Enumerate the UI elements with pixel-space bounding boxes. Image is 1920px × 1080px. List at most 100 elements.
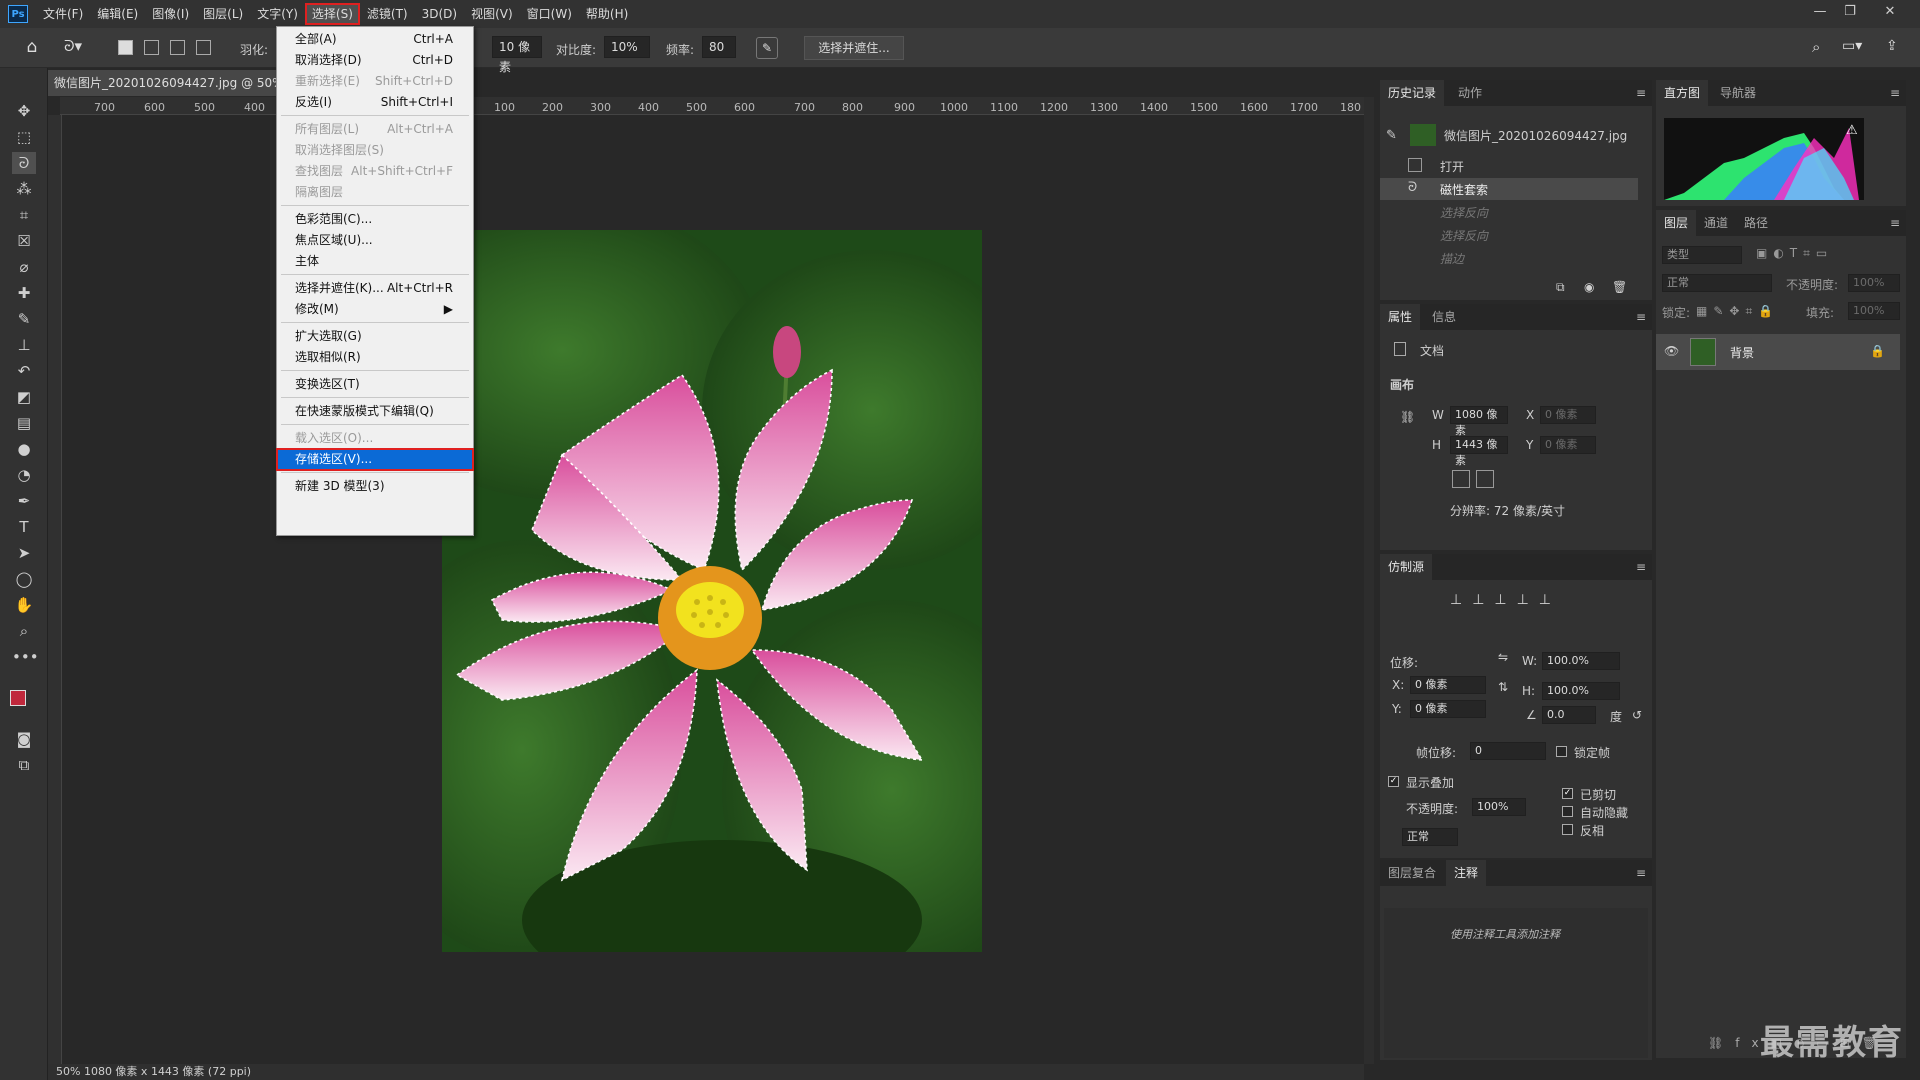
blur-tool-icon[interactable]: ● bbox=[12, 438, 36, 460]
scale-w-field[interactable]: 100.0% bbox=[1542, 652, 1620, 670]
history-item[interactable]: 选择反向 bbox=[1440, 227, 1488, 244]
tab-actions[interactable]: 动作 bbox=[1450, 80, 1490, 106]
canvas-section-header[interactable]: 画布 bbox=[1390, 376, 1414, 393]
canvas-width-field[interactable]: 1080 像素 bbox=[1450, 406, 1508, 437]
pen-tool-icon[interactable]: ✒ bbox=[12, 490, 36, 512]
workspace-icon[interactable]: ▭▾ bbox=[1842, 38, 1862, 54]
select-menu-item[interactable]: 在快速蒙版模式下编辑(Q) bbox=[277, 401, 473, 422]
canvas-x-field[interactable]: 0 像素 bbox=[1540, 406, 1596, 424]
pen-pressure-icon[interactable]: ✎ bbox=[756, 37, 778, 59]
tab-paths[interactable]: 路径 bbox=[1736, 210, 1776, 236]
portrait-orientation-icon[interactable] bbox=[1452, 470, 1470, 488]
menu-3d[interactable]: 3D(D) bbox=[415, 3, 464, 25]
path-selection-tool-icon[interactable]: ➤ bbox=[12, 542, 36, 564]
frame-tool-icon[interactable]: ☒ bbox=[12, 230, 36, 252]
select-menu-item[interactable]: 取消选择(D) Ctrl+D bbox=[277, 50, 473, 71]
menu-view[interactable]: 视图(V) bbox=[464, 3, 520, 25]
overlay-mode-select[interactable]: 正常 bbox=[1402, 828, 1458, 846]
menu-layer[interactable]: 图层(L) bbox=[196, 3, 250, 25]
layer-kind-filter[interactable]: 类型 bbox=[1662, 246, 1742, 264]
reset-transform-icon[interactable]: ↺ bbox=[1632, 708, 1642, 722]
select-menu-item[interactable]: 修改(M) ▶ bbox=[277, 299, 473, 320]
history-item-current-bg[interactable] bbox=[1380, 178, 1638, 200]
select-menu-item[interactable]: 焦点区域(U)... bbox=[277, 230, 473, 251]
lotus-photo[interactable] bbox=[442, 230, 982, 952]
history-item[interactable]: 描边 bbox=[1440, 250, 1464, 267]
history-brush-tool-icon[interactable]: ↶ bbox=[12, 360, 36, 382]
flip-horizontal-icon[interactable]: ⇋ bbox=[1498, 650, 1508, 664]
menu-type[interactable]: 文字(Y) bbox=[250, 3, 305, 25]
quick-mask-icon[interactable]: ◙ bbox=[12, 728, 36, 750]
layer-opacity-field[interactable]: 100% bbox=[1848, 274, 1900, 292]
document-tab[interactable]: 微信图片_20201026094427.jpg @ 50% bbox=[48, 70, 278, 96]
gradient-tool-icon[interactable]: ▤ bbox=[12, 412, 36, 434]
select-and-mask-button[interactable]: 选择并遮住... bbox=[804, 36, 904, 60]
move-tool-icon[interactable]: ✥ bbox=[12, 100, 36, 122]
brush-tool-icon[interactable]: ✎ bbox=[12, 308, 36, 330]
new-selection-icon[interactable] bbox=[118, 40, 133, 55]
menu-file[interactable]: 文件(F) bbox=[36, 3, 90, 25]
canvas-height-field[interactable]: 1443 像素 bbox=[1450, 436, 1508, 467]
panel-menu-icon[interactable]: ≡ bbox=[1636, 560, 1646, 574]
new-document-icon[interactable]: ⧉ bbox=[1556, 280, 1565, 295]
landscape-orientation-icon[interactable] bbox=[1476, 470, 1494, 488]
hand-tool-icon[interactable]: ✋ bbox=[12, 594, 36, 616]
restore-button[interactable]: ❐ bbox=[1836, 2, 1864, 22]
lock-icons[interactable]: ▦✎✥⌗🔒 bbox=[1696, 304, 1779, 319]
show-overlay-checkbox[interactable]: ✓ bbox=[1388, 776, 1399, 787]
add-selection-icon[interactable] bbox=[144, 40, 159, 55]
panel-menu-icon[interactable]: ≡ bbox=[1890, 86, 1900, 100]
foreground-color-swatch[interactable] bbox=[10, 690, 26, 706]
canvas-y-field[interactable]: 0 像素 bbox=[1540, 436, 1596, 454]
history-item[interactable]: 磁性套索 bbox=[1440, 181, 1488, 198]
tab-history[interactable]: 历史记录 bbox=[1380, 80, 1445, 106]
offset-y-field[interactable]: 0 像素 bbox=[1410, 700, 1486, 718]
eraser-tool-icon[interactable]: ◩ bbox=[12, 386, 36, 408]
vertical-scrollbar[interactable] bbox=[1364, 97, 1374, 1064]
eye-icon[interactable]: 👁 bbox=[1664, 344, 1679, 358]
select-menu-item[interactable]: 变换选区(T) bbox=[277, 374, 473, 395]
tab-layers[interactable]: 图层 bbox=[1656, 210, 1697, 236]
select-menu-item[interactable]: 选择并遮住(K)... Alt+Ctrl+R bbox=[277, 278, 473, 299]
layer-filter-icons[interactable]: ▣◐T⌗▭ bbox=[1756, 246, 1833, 261]
select-menu-item[interactable]: 新建 3D 模型(3) bbox=[277, 476, 473, 497]
menu-window[interactable]: 窗口(W) bbox=[520, 3, 579, 25]
tab-info[interactable]: 信息 bbox=[1424, 304, 1464, 330]
minimize-button[interactable]: — bbox=[1806, 2, 1834, 22]
clipped-checkbox[interactable]: ✓ bbox=[1562, 788, 1573, 799]
menu-help[interactable]: 帮助(H) bbox=[579, 3, 635, 25]
magic-wand-tool-icon[interactable]: ⁂ bbox=[12, 178, 36, 200]
eyedropper-tool-icon[interactable]: ⌀ bbox=[12, 256, 36, 278]
flip-vertical-icon[interactable]: ⇅ bbox=[1498, 680, 1508, 694]
frequency-field[interactable]: 80 bbox=[702, 36, 736, 58]
panel-menu-icon[interactable]: ≡ bbox=[1636, 310, 1646, 324]
layer-fill-field[interactable]: 100% bbox=[1848, 302, 1900, 320]
contrast-field[interactable]: 10% bbox=[604, 36, 650, 58]
history-item[interactable]: 打开 bbox=[1440, 158, 1464, 175]
angle-field[interactable]: 0.0 bbox=[1542, 706, 1596, 724]
dodge-tool-icon[interactable]: ◔ bbox=[12, 464, 36, 486]
history-brush-icon[interactable]: ✎ bbox=[1386, 128, 1397, 143]
lasso-tool-icon[interactable]: ᘒ bbox=[12, 152, 36, 174]
healing-brush-tool-icon[interactable]: ✚ bbox=[12, 282, 36, 304]
scale-h-field[interactable]: 100.0% bbox=[1542, 682, 1620, 700]
panel-menu-icon[interactable]: ≡ bbox=[1636, 86, 1646, 100]
trash-icon[interactable]: 🗑 bbox=[1612, 280, 1627, 294]
width-field[interactable]: 10 像素 bbox=[492, 36, 542, 74]
intersect-selection-icon[interactable] bbox=[196, 40, 211, 55]
snapshot-name[interactable]: 微信图片_20201026094427.jpg bbox=[1444, 127, 1627, 144]
tab-histogram[interactable]: 直方图 bbox=[1656, 80, 1709, 106]
select-menu-item[interactable]: 色彩范围(C)... bbox=[277, 209, 473, 230]
select-menu-item[interactable]: 存储选区(V)... bbox=[276, 448, 474, 471]
camera-icon[interactable]: ◉ bbox=[1584, 280, 1594, 294]
more-tools-icon[interactable]: ••• bbox=[12, 646, 39, 668]
screen-mode-icon[interactable]: ⧉ bbox=[12, 754, 36, 776]
magnetic-lasso-preset-icon[interactable]: ᘒ▾ bbox=[64, 37, 94, 59]
tab-layer-comps[interactable]: 图层复合 bbox=[1380, 860, 1444, 886]
menu-edit[interactable]: 编辑(E) bbox=[90, 3, 145, 25]
type-tool-icon[interactable]: T bbox=[12, 516, 36, 538]
menu-select[interactable]: 选择(S) bbox=[304, 3, 360, 25]
blend-mode-select[interactable]: 正常 bbox=[1662, 274, 1772, 292]
chain-link-icon[interactable]: ⛓ bbox=[1400, 410, 1415, 424]
select-menu-item[interactable]: 反选(I) Shift+Ctrl+I bbox=[277, 92, 473, 113]
